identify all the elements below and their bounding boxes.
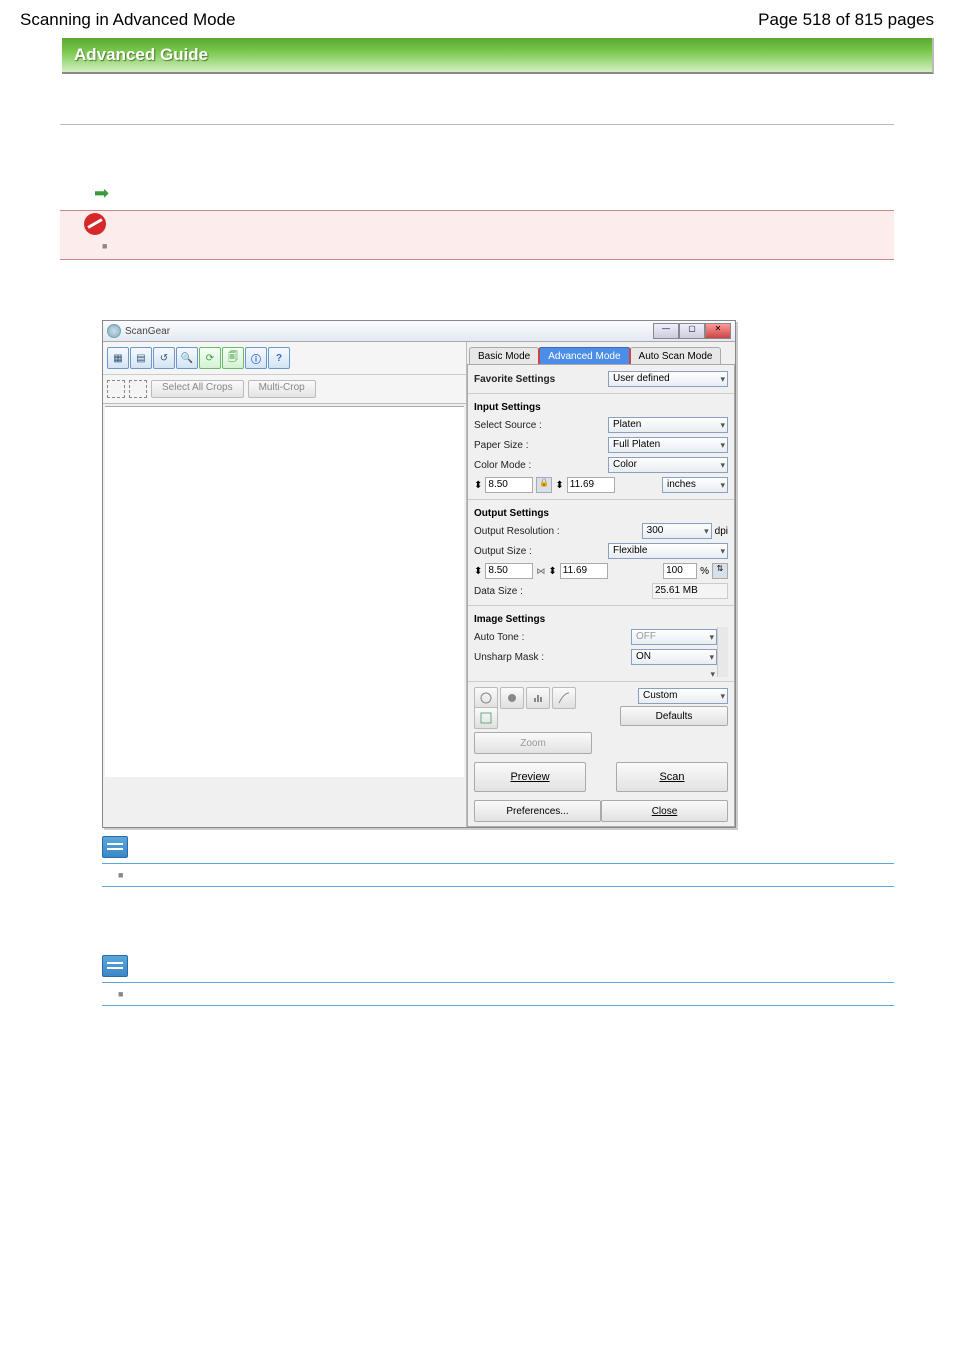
output-resolution-label: Output Resolution : [474,526,560,537]
step-arrow-row: ➡ [94,183,894,204]
favorite-settings-label: Favorite Settings [474,374,555,385]
scangear-window: ScanGear — ▢ ✕ ▦ ▤ ↺ 🔍 ⟳ 🗐 ⓘ ? [102,320,736,828]
final-review-icon[interactable] [474,707,498,729]
data-size-label: Data Size : [474,586,523,597]
app-icon [107,324,121,338]
multi-crop-button[interactable]: Multi-Crop [248,380,316,398]
tab-advanced-mode[interactable]: Advanced Mode [538,347,630,364]
color-mode-label: Color Mode : [474,460,531,471]
select-source-label: Select Source : [474,420,542,431]
height-icon: ⬍ [555,480,563,491]
data-size-value: 25.61 MB [652,583,728,599]
thumb-list-icon[interactable]: ▤ [130,347,152,369]
paper-size-label: Paper Size : [474,440,528,451]
input-settings-title: Input Settings [474,398,728,415]
info-icon[interactable]: ⟳ [199,347,221,369]
color-mode-select[interactable]: Color [608,457,728,473]
guide-banner: Advanced Guide [62,38,934,74]
crop-select-icon[interactable] [107,380,125,398]
paper-size-select[interactable]: Full Platen [608,437,728,453]
toolbar: ▦ ▤ ↺ 🔍 ⟳ 🗐 ⓘ ? [103,342,466,375]
defaults-button[interactable]: Defaults [620,706,728,726]
link-icon[interactable]: ⋈ [536,566,545,577]
note-bullet: ■ [102,863,894,887]
window-title: ScanGear [125,326,170,337]
custom-select[interactable]: Custom [638,688,728,704]
percent-label: % [700,566,709,577]
unsharp-mask-label: Unsharp Mask : [474,652,544,663]
thumb-grid-icon[interactable]: ▦ [107,347,129,369]
tab-basic-mode[interactable]: Basic Mode [469,347,539,364]
preview-area[interactable] [105,406,464,777]
prohibited-icon [84,213,106,235]
minimize-button[interactable]: — [653,323,679,339]
scan-button[interactable]: Scan [616,762,728,792]
important-bullet: ■ [84,235,894,253]
rotate-left-icon[interactable]: ↺ [153,347,175,369]
select-source-select[interactable]: Platen [608,417,728,433]
important-block: ■ [60,210,894,260]
input-height-field[interactable]: 11.69 [567,477,615,493]
close-button[interactable]: ✕ [705,323,731,339]
zoom-button[interactable]: Zoom [474,732,592,754]
unit-select[interactable]: inches [662,477,728,493]
divider [468,499,734,500]
favorite-settings-select[interactable]: User defined [608,371,728,387]
circle-info-icon[interactable]: ⓘ [245,347,267,369]
crop-deselect-icon[interactable] [129,380,147,398]
preview-button[interactable]: Preview [474,762,586,792]
banner-title: Advanced Guide [74,45,208,65]
output-settings-title: Output Settings [474,504,728,521]
scrollbar[interactable] [717,627,728,677]
maximize-button[interactable]: ▢ [679,323,705,339]
zoom-icon[interactable]: 🔍 [176,347,198,369]
close-window-button[interactable]: Close [601,800,728,822]
width-icon: ⬍ [474,566,482,577]
divider [468,681,734,682]
auto-tone-label: Auto Tone : [474,632,524,643]
image-settings-title: Image Settings [474,610,728,627]
divider [60,124,894,125]
preferences-button[interactable]: Preferences... [474,800,601,822]
divider [468,393,734,394]
note-icon [102,836,128,858]
orientation-icon[interactable]: ⇅ [712,563,728,579]
crop-toolbar: Select All Crops Multi-Crop [103,375,466,404]
select-all-crops-button[interactable]: Select All Crops [151,380,244,398]
output-height-field[interactable]: 11.69 [560,563,608,579]
dpi-label: dpi [715,526,728,537]
ratio-field[interactable]: 100 [663,563,697,579]
input-width-field[interactable]: 8.50 [485,477,533,493]
divider [468,605,734,606]
height-icon: ⬍ [548,566,556,577]
note-bullet: ■ [102,982,894,1006]
header-left: Scanning in Advanced Mode [20,10,236,30]
auto-tone-select[interactable]: OFF [631,629,717,645]
output-size-label: Output Size : [474,546,532,557]
header-right: Page 518 of 815 pages [758,10,934,30]
copy-icon[interactable]: 🗐 [222,347,244,369]
output-resolution-select[interactable]: 300 [642,523,712,539]
note-icon [102,955,128,977]
titlebar: ScanGear — ▢ ✕ [103,321,735,342]
width-icon: ⬍ [474,480,482,491]
settings-panel: Basic Mode Advanced Mode Auto Scan Mode … [466,342,735,827]
output-size-select[interactable]: Flexible [608,543,728,559]
unsharp-mask-select[interactable]: ON [631,649,717,665]
tab-auto-scan-mode[interactable]: Auto Scan Mode [630,347,722,364]
help-icon[interactable]: ? [268,347,290,369]
arrow-right-icon: ➡ [94,183,109,203]
lock-icon[interactable]: 🔒 [536,477,552,493]
output-width-field[interactable]: 8.50 [485,563,533,579]
